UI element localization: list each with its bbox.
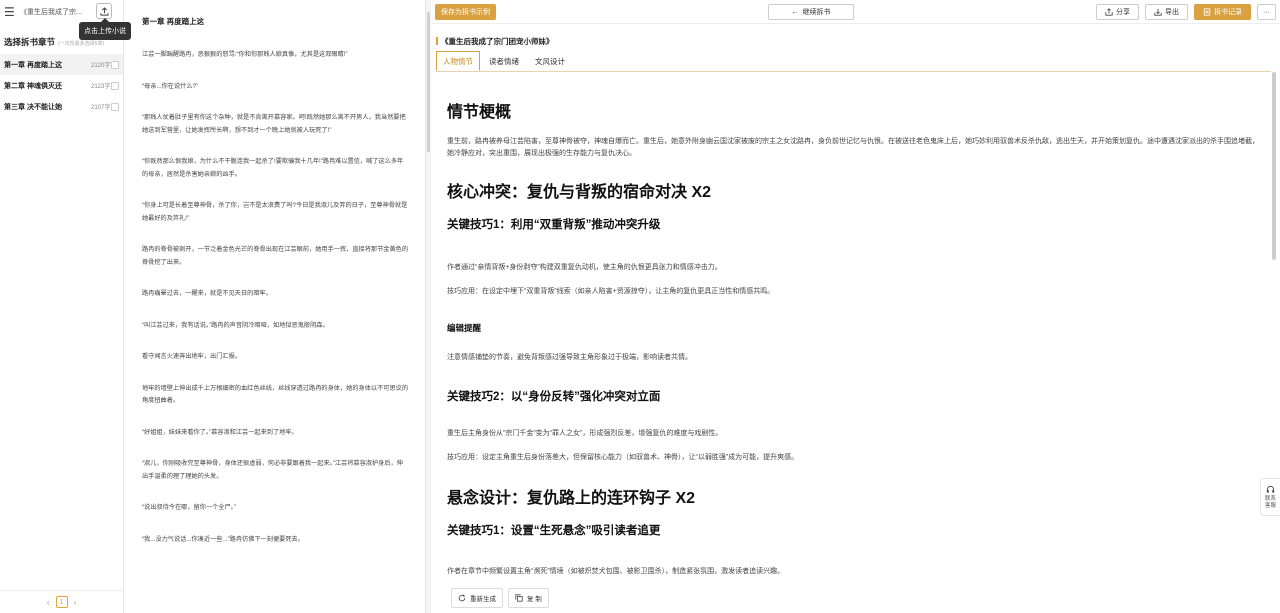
prev-page-icon[interactable]: ‹ (47, 598, 50, 607)
copy-label: 复 制 (527, 596, 542, 603)
export-button[interactable]: 导出 (1145, 4, 1188, 20)
share-icon (1105, 8, 1113, 16)
chapter-checkbox[interactable] (111, 60, 119, 69)
analysis-toolbar: 保存为拆书示例 ← 继续拆书 分享 导出 拆书记录 ··· (431, 0, 1280, 24)
skill1-title: 关键技巧1：利用“双重背叛”推动冲突升级 (447, 219, 661, 231)
analysis-content: 情节梗概 重生前，路冉被养母江芸陷害，至尊神骨被夺，神魂自爆而亡。重生后，她意外… (436, 71, 1271, 581)
chapter-word-count: 2107字 (91, 105, 111, 111)
chapter-word-count: 2120字 (91, 63, 111, 69)
share-label: 分享 (1116, 9, 1130, 16)
chapter-name: 第二章 神魂俱灭还 (4, 82, 62, 90)
save-as-example-button[interactable]: 保存为拆书示例 (435, 4, 496, 20)
skill1-application: 技巧应用：在设定中埋下“双重背叛”线索（如亲人陷害+资源掠夺），让主角的复仇更具… (447, 288, 775, 295)
chapter-select-hint: (一次性最多选择5章) (58, 41, 105, 47)
reader-paragraphs: 江芸一脚踹醒路冉，恶狠狠的怒骂:“你和你那贱人娘真像，尤其是这双眼睛!” “母亲… (125, 27, 425, 546)
menu-icon[interactable]: ☰ (4, 5, 20, 19)
chapter-checkbox[interactable] (111, 81, 119, 90)
section-conflict-title: 核心冲突：复仇与背叛的宿命对决 X2 (447, 184, 712, 201)
chapter-word-count: 2123字 (91, 84, 111, 90)
skill2-title: 关键技巧2：以“身份反转”强化冲突对立面 (447, 391, 661, 403)
chapter-item[interactable]: 第二章 神魂俱灭还 2123字 (0, 75, 123, 96)
summary-title: 情节梗概 (447, 104, 512, 121)
chapter-checkbox[interactable] (111, 102, 119, 111)
upload-icon (99, 6, 109, 16)
analysis-book-title: 《重生后我成了宗门团宠小师妹》 (436, 36, 554, 47)
app-root: ☰ 《重生后我成了宗... 点击上传小说 选择拆书章节 (一次性最多选择5章) … (0, 0, 1280, 613)
analysis-scrollbar[interactable] (1272, 72, 1276, 260)
chapter-name: 第三章 决不能让她 (4, 103, 62, 111)
export-label: 导出 (1165, 9, 1179, 16)
chapter-reader: 第一章 再度踏上这 江芸一脚踹醒路冉，恶狠狠的怒骂:“你和你那贱人娘真像，尤其是… (125, 0, 425, 613)
copy-button[interactable]: 复 制 (508, 588, 549, 608)
skill2-application: 技巧应用：设定主角重生后身份落差大，但保留核心能力（如驭兽术、神骨），让“以弱胜… (447, 454, 799, 461)
section-suspense-title: 悬念设计：复仇路上的连环钩子 X2 (447, 490, 696, 507)
reader-paragraph: “那贱人仗着肚子里有你这个杂种，就是不肯离开慕容家。呵!既然她那么离不开男人，我… (142, 114, 406, 134)
analysis-record-button[interactable]: 拆书记录 (1194, 4, 1251, 20)
reader-chapter-title: 第一章 再度踏上这 (142, 17, 205, 26)
tab-characters-plot[interactable]: 人物情节 (436, 51, 480, 71)
continue-analysis-label: 继续拆书 (802, 9, 831, 16)
reader-scroll-thumb[interactable] (427, 12, 430, 152)
tab-reader-emotion[interactable]: 读者情绪 (482, 51, 526, 71)
reader-paragraph: “我...没力气说话...你凑近一些...”路冉仿佛下一刻便要死去。 (142, 535, 304, 543)
next-page-icon[interactable]: › (74, 598, 77, 607)
arrow-left-icon: ← (791, 8, 799, 16)
analysis-actions: 重新生成 复 制 (451, 588, 549, 608)
toolbar-actions: 分享 导出 拆书记录 ··· (1096, 4, 1276, 20)
upload-button[interactable] (96, 3, 112, 19)
chapter-item[interactable]: 第三章 决不能让她 2107字 (0, 96, 123, 117)
skill3-text: 作者在章节中频繁设置主角“濒死”情境（如被炽焚犬包围、被影卫围杀），制造紧张氛围… (447, 568, 785, 575)
analysis-tabs: 人物情节 读者情绪 文风设计 (436, 51, 572, 71)
chapter-item[interactable]: 第一章 再度踏上这 2120字 (0, 54, 123, 75)
chapter-name: 第一章 再度踏上这 (4, 61, 62, 69)
skill3-title: 关键技巧1：设置“生死悬念”吸引读者追更 (447, 525, 661, 537)
more-icon: ··· (1263, 8, 1270, 16)
export-icon (1154, 8, 1162, 16)
regenerate-label: 重新生成 (470, 596, 496, 603)
analysis-record-label: 拆书记录 (1214, 9, 1242, 16)
analysis-book-title-text: 《重生后我成了宗门团宠小师妹》 (441, 37, 554, 46)
headset-icon (1266, 485, 1275, 493)
editor-note-title: 编辑提醒 (447, 323, 482, 333)
share-button[interactable]: 分享 (1096, 4, 1139, 20)
reader-paragraph: “淑儿，你刚吸收完至尊神骨，身体还很虚弱，何必非要跟着我一起来。”江芸将慕容淑护… (142, 460, 403, 480)
sidebar-book-title: 《重生后我成了宗... (20, 9, 82, 16)
reader-paragraph: 地牢的墙壁上伸出成千上万根细密的血红色丝线，丝线穿透过路冉的身体，她的身体以不可… (142, 384, 409, 405)
reader-paragraph: “好姐姐，妹妹来看你了。”慕容淑和江芸一起来到了地牢。 (142, 428, 298, 436)
tab-style-design[interactable]: 文风设计 (528, 51, 572, 71)
chapter-select-title: 选择拆书章节 (4, 37, 56, 47)
upload-tooltip: 点击上传小说 (79, 18, 131, 40)
copy-icon (515, 594, 523, 602)
reader-paragraph: “叫江芸过来，我有话说。”路冉的声音阴冷暗哑，如地狱恶鬼般阴森。 (142, 321, 329, 329)
record-icon (1203, 8, 1211, 16)
current-page[interactable]: 1 (55, 596, 68, 608)
reader-paragraph: “你既然那么恨我娘，为什么不干脆连我一起杀了!要欺骗我十几年!”路冉难以置信，喊… (142, 158, 404, 178)
title-accent-bar (436, 37, 438, 45)
chapter-sidebar: ☰ 《重生后我成了宗... 点击上传小说 选择拆书章节 (一次性最多选择5章) … (0, 0, 131, 613)
reader-paragraph: “你身上可是长着至尊神骨，杀了你，岂不是太浪费了吗?今日是我淑儿及笄的日子，至尊… (142, 202, 408, 222)
reader-paragraph: “母亲...你在说什么?” (142, 82, 199, 90)
summary-text: 重生前，路冉被养母江芸陷害，至尊神骨被夺，神魂自爆而亡。重生后，她意外附身幽云国… (447, 138, 1259, 157)
analysis-panel: 保存为拆书示例 ← 继续拆书 分享 导出 拆书记录 ··· 《重生后我成了宗门团… (431, 0, 1280, 613)
skill2-text: 重生后主角身份从“宗门千金”变为“罪人之女”，形成强烈反差，增强复仇的难度与戏剧… (447, 430, 723, 437)
reader-paragraph: 江芸一脚踹醒路冉，恶狠狠的怒骂:“你和你那贱人娘真像，尤其是这双眼睛!” (142, 51, 348, 58)
more-button[interactable]: ··· (1257, 4, 1276, 20)
refresh-icon (458, 594, 466, 602)
pagination: ‹ 1 › (0, 590, 123, 613)
continue-analysis-button[interactable]: ← 继续拆书 (768, 4, 854, 20)
editor-note-text: 注意情感铺垫的节奏，避免背叛感过强导致主角形象过于极端，影响读者共情。 (447, 354, 692, 361)
regenerate-button[interactable]: 重新生成 (451, 588, 503, 608)
reader-paragraph: 路冉的脊骨被剜开，一节泛着金色光芒的脊骨出现在江芸眼前，她用手一挥，直接将那节金… (142, 246, 409, 266)
reader-paragraph: 路冉痛晕过去，一醒来，就是不见天日的暗牢。 (142, 290, 272, 297)
reader-paragraph: 看守闻言火速奔出地牢，出门汇报。 (142, 353, 241, 360)
reader-paragraph: “说出叔侍今在哪，留你一个全尸。” (142, 504, 236, 511)
contact-support-button[interactable]: 联系客服 (1260, 478, 1280, 516)
contact-support-label: 联系客服 (1264, 495, 1276, 509)
skill1-text: 作者通过“亲情背叛+身份剥夺”构建双重复仇动机，使主角的仇恨更具张力和情感冲击力… (447, 264, 722, 271)
